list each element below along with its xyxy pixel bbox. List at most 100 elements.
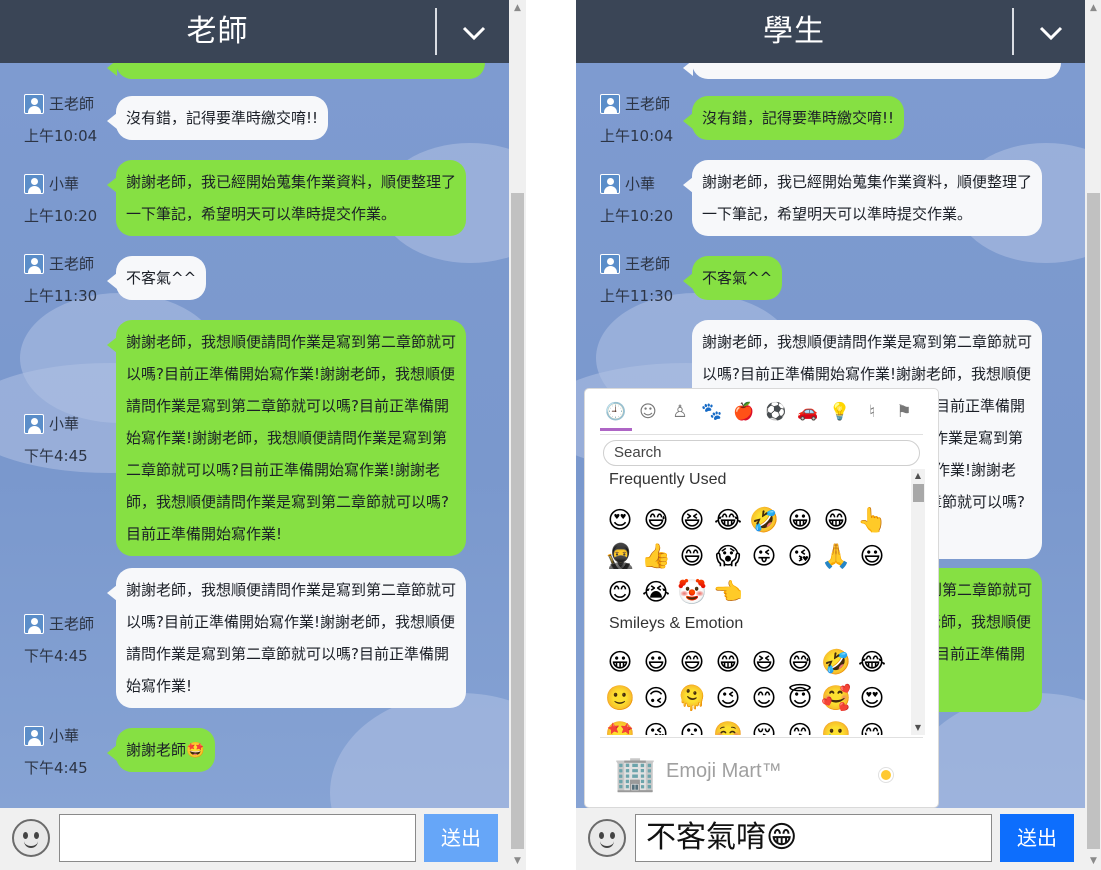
send-button[interactable]: 送出 [1000,814,1074,862]
emoji-option[interactable]: 😗 [677,719,707,735]
animal-icon[interactable]: 🐾 [696,397,728,431]
chevron-down-icon[interactable] [1038,20,1064,46]
symbols-icon[interactable]: ♮ [856,397,888,431]
emoji-option[interactable]: 😂 [713,505,743,535]
sender-name: 小華 [49,175,80,193]
emoji-option[interactable]: 🥰 [821,683,851,713]
message-time: 上午10:20 [600,207,674,225]
user-avatar-icon [24,725,44,746]
scroll-down-icon[interactable]: ▼ [509,853,526,870]
emoji-option[interactable]: 🙂 [605,683,635,713]
user-avatar-icon [600,253,620,274]
food-icon[interactable]: 🍎 [728,397,760,431]
activity-icon[interactable]: ⚽ [760,397,792,431]
emoji-option[interactable]: 😊 [605,577,635,607]
emoji-list-scrollbar[interactable]: ▲ ▼ [911,469,925,735]
emoji-option[interactable]: 😃 [641,647,671,677]
message-line: 謝謝老師，我已經開始蒐集作業資料，順便整理了 [126,173,457,191]
emoji-preview-name: Emoji Mart™ [666,760,782,782]
message-line: 始寫作業! [126,677,193,695]
emoji-option[interactable]: 🤩 [605,719,635,735]
user-avatar-icon [600,173,620,194]
message-sender: 小華 [24,173,79,194]
emoji-option[interactable]: 😍 [857,683,887,713]
emoji-option[interactable]: 😅 [641,505,671,535]
emoji-option[interactable]: 😚 [749,719,779,735]
emoji-option[interactable]: 👈 [713,577,743,607]
message-line: 一下筆記，希望明天可以準時提交作業。 [702,205,973,223]
emoji-option[interactable]: 😀 [785,505,815,535]
scroll-up-icon[interactable]: ▲ [509,0,526,17]
message-time: 上午10:04 [24,127,98,145]
emoji-option[interactable]: 😁 [821,505,851,535]
emoji-option[interactable]: 🙃 [641,683,671,713]
sender-name: 小華 [49,415,80,433]
emoji-option[interactable]: 😆 [749,647,779,677]
emoji-option[interactable]: 😅 [785,647,815,677]
right-page-scrollbar[interactable]: ▲ ▼ [1085,0,1101,870]
emoji-option[interactable]: 😙 [785,719,815,735]
scrollbar-thumb[interactable] [1087,193,1100,849]
emoji-option[interactable]: 😂 [857,647,887,677]
travel-icon[interactable]: 🚗 [792,397,824,431]
people-icon[interactable]: ♙ [664,397,696,431]
message-time: 上午10:20 [24,207,98,225]
chat-header: 學生 [576,0,1086,63]
scroll-down-icon[interactable]: ▼ [911,721,925,735]
emoji-picker-button[interactable] [12,819,50,857]
emoji-search-input[interactable]: Search [603,440,920,466]
message-sender: 王老師 [600,253,670,274]
scroll-up-icon[interactable]: ▲ [1085,0,1101,17]
emoji-option[interactable]: 😍 [605,505,635,535]
user-avatar-icon [24,93,44,114]
recent-icon[interactable]: 🕘 [600,397,632,431]
emoji-option[interactable]: 😘 [785,541,815,571]
emoji-option[interactable]: 😀 [605,647,635,677]
smiley-icon[interactable]: ☺ [632,397,664,431]
flags-icon[interactable]: ⚑ [888,397,920,431]
emoji-option[interactable]: 👍 [641,541,671,571]
skin-tone-selector[interactable] [879,768,893,782]
emoji-option[interactable]: 👆 [857,505,887,535]
emoji-option[interactable]: 😉 [713,683,743,713]
emoji-option[interactable]: 😊 [749,683,779,713]
emoji-option[interactable]: 😜 [749,541,779,571]
scroll-up-icon[interactable]: ▲ [911,469,925,483]
emoji-option[interactable]: 😭 [641,577,671,607]
emoji-option[interactable]: 😁 [713,647,743,677]
objects-icon[interactable]: 💡 [824,397,856,431]
message-input[interactable]: 不客氣唷😁 [635,814,992,862]
scroll-down-icon[interactable]: ▼ [1085,853,1101,870]
left-page-scrollbar[interactable]: ▲ ▼ [509,0,526,870]
emoji-option[interactable]: 🙏 [821,541,851,571]
message-time: 下午4:45 [24,759,88,777]
scrollbar-thumb[interactable] [913,484,924,502]
emoji-option[interactable]: 😄 [677,541,707,571]
scrollbar-thumb[interactable] [511,193,524,849]
emoji-option[interactable]: 😃 [857,541,887,571]
emoji-option[interactable]: 🤣 [749,505,779,535]
message-input[interactable] [59,814,416,862]
chat-area[interactable]: 王老師 上午10:04 沒有錯，記得要準時繳交唷!! 小華 上午10:20 謝謝… [0,63,509,808]
emoji-option[interactable]: 🥷 [605,541,635,571]
emoji-option[interactable]: 🫠 [677,683,707,713]
emoji-option[interactable]: 🤡 [677,577,707,607]
emoji-option[interactable]: 😆 [677,505,707,535]
emoji-option[interactable]: 😘 [641,719,671,735]
teacher-chat-pane: 老師 王老師 上午10:04 沒有錯，記得要準時繳交唷!! 小華 上午10:20… [0,0,509,870]
emoji-mart-logo-icon: 🏢 [614,754,657,794]
user-avatar-icon [24,253,44,274]
emoji-section-title: Smileys & Emotion [609,615,744,632]
emoji-option[interactable]: 😄 [677,647,707,677]
emoji-option[interactable]: 🥲 [821,719,851,735]
chevron-down-icon[interactable] [461,20,487,46]
send-button[interactable]: 送出 [424,814,498,862]
emoji-picker-button[interactable] [588,819,626,857]
sender-name: 王老師 [49,255,95,273]
emoji-option[interactable]: 😱 [713,541,743,571]
message-bubble: 謝謝老師，我想順便請問作業是寫到第二章節就可 以嗎?目前正準備開始寫作業!謝謝老… [106,568,467,708]
emoji-option[interactable]: 😋 [857,719,887,735]
emoji-option[interactable]: 🤣 [821,647,851,677]
emoji-option[interactable]: ☺️ [713,719,743,735]
emoji-option[interactable]: 😇 [785,683,815,713]
